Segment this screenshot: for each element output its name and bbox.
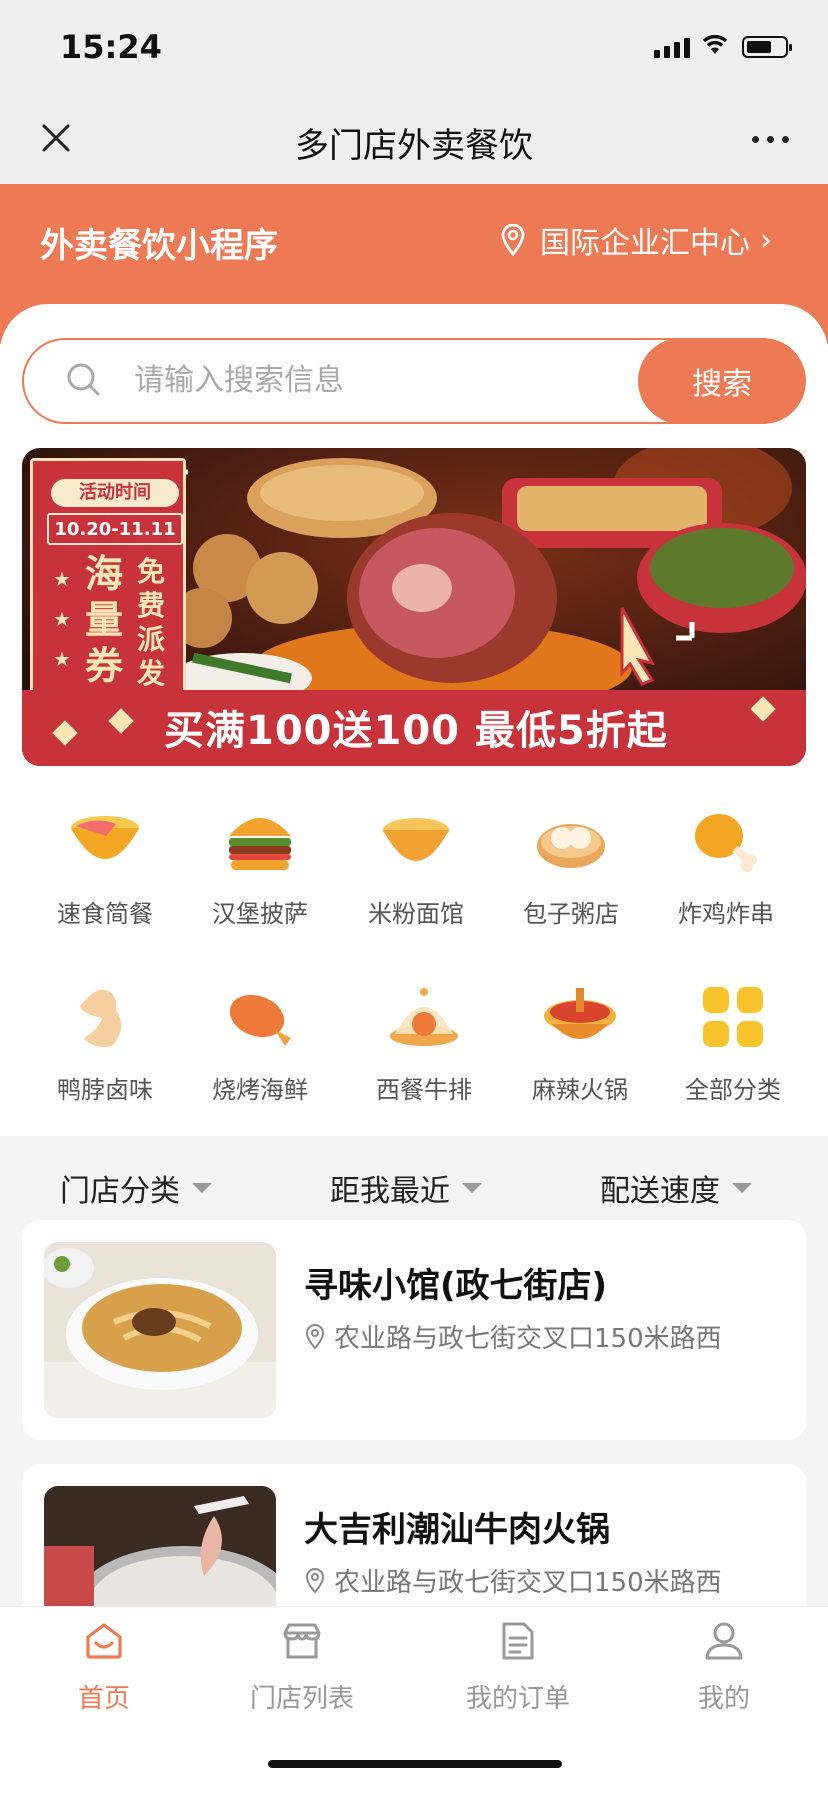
page-title: 多门店外卖餐饮 [295, 126, 533, 166]
status-time: 15:24 [60, 28, 162, 66]
filter-store-category[interactable]: 门店分类 [60, 1166, 212, 1210]
caret-down-icon [192, 1183, 212, 1193]
home-icon [14, 1616, 194, 1666]
category-item[interactable]: 炸鸡炸串 [648, 800, 804, 929]
app-name: 外卖餐饮小程序 [40, 226, 278, 266]
category-item[interactable]: 西餐牛排 [346, 976, 502, 1105]
grid-icon [692, 976, 774, 1058]
location-pin-icon [305, 1567, 325, 1594]
store-name: 大吉利潮汕牛肉火锅 [304, 1510, 610, 1550]
filter-delivery-speed[interactable]: 配送速度 [600, 1166, 752, 1210]
shrimp-icon [219, 976, 301, 1058]
promo-text: 买满100送100 最低5折起 [164, 708, 668, 754]
cloche-icon [383, 976, 465, 1058]
category-item[interactable]: 全部分类 [655, 976, 811, 1105]
category-label: 炸鸡炸串 [678, 900, 774, 928]
steamed-bun-icon [530, 800, 612, 882]
category-item[interactable]: 包子粥店 [493, 800, 649, 929]
store-name: 寻味小馆(政七街店) [304, 1266, 608, 1306]
wifi-icon [700, 32, 730, 60]
location-label: 国际企业汇中心 [540, 226, 750, 261]
chevron-right-icon: › [760, 222, 772, 258]
category-item[interactable]: 烧烤海鲜 [182, 976, 338, 1105]
noodle-bowl-icon [375, 800, 457, 882]
category-item[interactable]: 鸭脖卤味 [27, 976, 183, 1105]
category-label: 全部分类 [685, 1076, 781, 1104]
store-address-text: 农业路与政七街交叉口150米路西 [334, 1568, 722, 1598]
headline-big: 海量券 [85, 552, 124, 688]
tab-label: 我的订单 [465, 1684, 570, 1714]
promo-banner[interactable]: 活动时间 10.20-11.11 ★★★★ 海量券 免费派发 买满100送100… [22, 448, 806, 766]
search-icon [64, 360, 104, 404]
user-icon [634, 1616, 814, 1666]
location-pin-icon [305, 1323, 325, 1350]
search-button[interactable]: 搜索 [638, 338, 806, 424]
tab-label: 首页 [77, 1684, 130, 1714]
battery-icon [742, 36, 792, 58]
tab-orders[interactable]: 我的订单 [428, 1616, 608, 1715]
category-item[interactable]: 米粉面馆 [338, 800, 494, 929]
store-card[interactable]: 寻味小馆(政七街店) 农业路与政七街交叉口150米路西 [22, 1220, 806, 1440]
category-label: 麻辣火锅 [532, 1076, 628, 1104]
tab-profile[interactable]: 我的 [634, 1616, 814, 1715]
category-label: 汉堡披萨 [212, 900, 308, 928]
category-label: 速食简餐 [57, 900, 153, 928]
location-selector[interactable]: 国际企业汇中心 › [500, 218, 772, 262]
more-options-icon[interactable] [752, 136, 789, 143]
category-item[interactable]: 速食简餐 [27, 800, 183, 929]
tab-home[interactable]: 首页 [14, 1616, 194, 1715]
category-label: 包子粥店 [523, 900, 619, 928]
home-indicator [268, 1760, 562, 1768]
store-thumbnail [44, 1242, 276, 1418]
bowl-icon [64, 800, 146, 882]
category-item[interactable]: 麻辣火锅 [502, 976, 658, 1105]
filter-label: 距我最近 [330, 1174, 450, 1209]
category-label: 鸭脖卤味 [57, 1076, 153, 1104]
location-pin-icon [501, 224, 525, 256]
filter-label: 配送速度 [600, 1174, 720, 1209]
duck-icon [64, 976, 146, 1058]
burger-icon [219, 800, 301, 882]
tab-label: 我的 [697, 1684, 750, 1714]
activity-date: 10.20-11.11 [47, 513, 183, 545]
order-icon [428, 1616, 608, 1666]
tab-label: 门店列表 [249, 1684, 354, 1714]
activity-time-tag: 活动时间 [51, 479, 179, 507]
filter-nearest[interactable]: 距我最近 [330, 1166, 482, 1210]
promo-badge: 活动时间 10.20-11.11 ★★★★ 海量券 免费派发 [30, 458, 186, 711]
headline-small: 免费派发 [137, 555, 166, 690]
category-label: 米粉面馆 [368, 900, 464, 928]
signal-icon [654, 38, 690, 58]
category-item[interactable]: 汉堡披萨 [182, 800, 338, 929]
tab-stores[interactable]: 门店列表 [212, 1616, 392, 1715]
category-label: 西餐牛排 [376, 1076, 472, 1104]
category-label: 烧烤海鲜 [212, 1076, 308, 1104]
hotpot-icon [539, 976, 621, 1058]
caret-down-icon [732, 1183, 752, 1193]
caret-down-icon [462, 1183, 482, 1193]
store-icon [212, 1616, 392, 1666]
store-address: 农业路与政七街交叉口150米路西 [304, 1318, 722, 1355]
store-address: 农业路与政七街交叉口150米路西 [304, 1562, 722, 1599]
store-address-text: 农业路与政七街交叉口150米路西 [334, 1324, 722, 1354]
drumstick-icon [685, 800, 767, 882]
filter-label: 门店分类 [60, 1174, 180, 1209]
search-input[interactable] [134, 358, 604, 402]
